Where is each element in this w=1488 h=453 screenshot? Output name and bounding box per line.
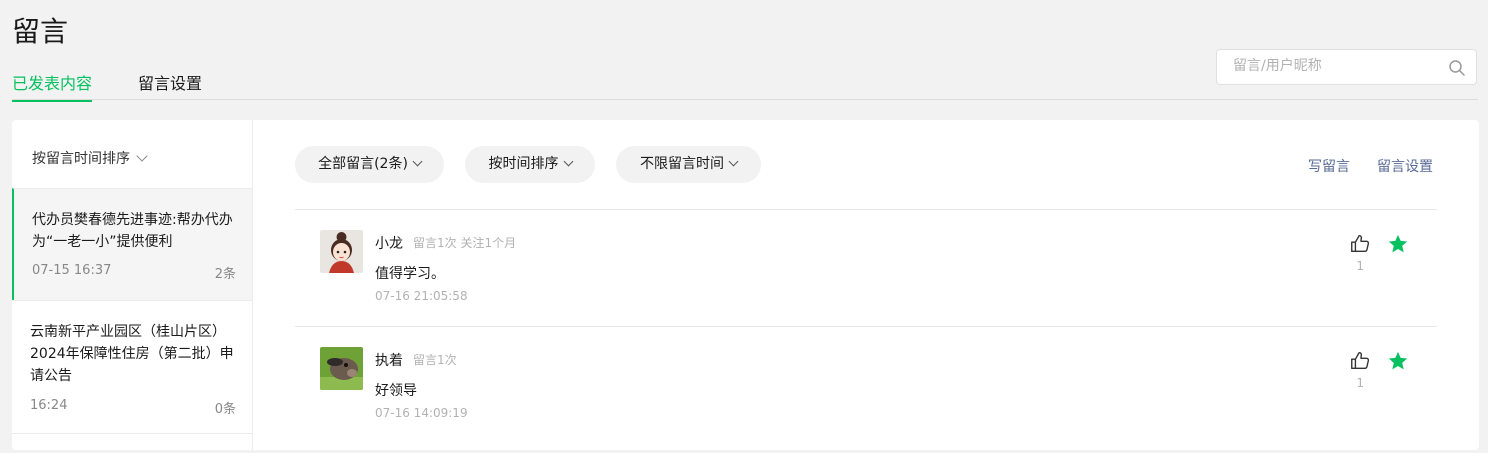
comment-panel: 全部留言(2条) 按时间排序 不限留言时间 写留言 留言设置 小龙 留言1次 关…	[295, 120, 1437, 450]
page-title: 留言	[12, 15, 69, 48]
filter-label: 全部留言(2条)	[318, 156, 408, 172]
write-comment-link[interactable]: 写留言	[1308, 156, 1350, 176]
comment-item: 小龙 留言1次 关注1个月 值得学习。 07-16 21:05:58 1	[295, 210, 1437, 320]
filter-label: 不限留言时间	[640, 156, 724, 172]
article-item[interactable]	[12, 433, 252, 453]
like-count: 1	[1356, 376, 1364, 390]
commenter-meta: 留言1次 关注1个月	[413, 236, 517, 250]
star-icon[interactable]	[1387, 233, 1409, 255]
comment-item: 执着 留言1次 好领导 07-16 14:09:19 1	[295, 327, 1437, 437]
filter-time-range[interactable]: 不限留言时间	[616, 146, 761, 183]
commenter-name: 执着	[375, 353, 403, 369]
star-icon[interactable]	[1387, 350, 1409, 372]
thumbs-up-icon[interactable]	[1349, 233, 1371, 255]
article-comment-count: 0条	[214, 402, 236, 417]
chevron-down-icon	[563, 156, 573, 167]
comment-time: 07-16 14:09:19	[375, 406, 468, 420]
tab-published[interactable]: 已发表内容	[12, 70, 93, 102]
animal-photo-avatar[interactable]	[320, 347, 363, 390]
article-list-panel: 按留言时间排序 代办员樊春德先进事迹:帮办代办为“一老一小”提供便利 07-15…	[12, 120, 253, 450]
comment-time: 07-16 21:05:58	[375, 289, 468, 303]
article-comment-count: 2条	[214, 267, 236, 282]
commenter-meta: 留言1次	[413, 353, 457, 367]
article-title: 云南新平产业园区（桂山片区）2024年保障性住房（第二批）申请公告	[30, 324, 234, 384]
chevron-down-icon	[136, 150, 148, 162]
article-sort-dropdown[interactable]: 按留言时间排序	[32, 148, 148, 168]
article-date: 07-15 16:37	[32, 263, 112, 278]
article-item[interactable]: 代办员樊春德先进事迹:帮办代办为“一老一小”提供便利 07-15 16:37 2…	[12, 188, 252, 300]
search-input[interactable]	[1233, 58, 1443, 74]
article-sort-label: 按留言时间排序	[32, 151, 130, 167]
search-box	[1216, 49, 1477, 85]
content-card: 按留言时间排序 代办员樊春德先进事迹:帮办代办为“一老一小”提供便利 07-15…	[12, 120, 1479, 450]
article-title: 代办员樊春德先进事迹:帮办代办为“一老一小”提供便利	[32, 212, 233, 250]
like-count: 1	[1356, 259, 1364, 273]
filter-label: 按时间排序	[488, 156, 559, 172]
tab-comment-settings[interactable]: 留言设置	[138, 70, 202, 100]
article-date: 16:24	[30, 398, 68, 413]
filter-all-comments[interactable]: 全部留言(2条)	[295, 146, 444, 183]
thumbs-up-icon[interactable]	[1349, 350, 1371, 372]
comment-settings-link[interactable]: 留言设置	[1377, 156, 1433, 176]
article-item[interactable]: 云南新平产业园区（桂山片区）2024年保障性住房（第二批）申请公告 16:24 …	[12, 300, 252, 433]
search-icon[interactable]	[1448, 59, 1466, 77]
comment-text: 值得学习。	[375, 266, 445, 282]
chevron-down-icon	[412, 156, 423, 167]
cartoon-girl-avatar[interactable]	[320, 230, 363, 273]
filter-sort-time[interactable]: 按时间排序	[465, 146, 595, 183]
commenter-name: 小龙	[375, 236, 403, 252]
comment-text: 好领导	[375, 383, 417, 399]
chevron-down-icon	[728, 156, 739, 167]
